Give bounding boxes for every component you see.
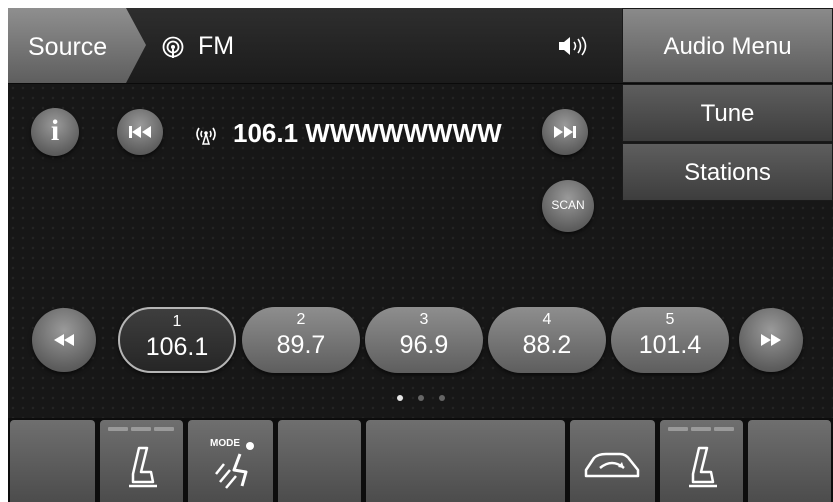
preset-number: 5 bbox=[665, 311, 675, 328]
scan-label: SCAN bbox=[551, 198, 585, 212]
antenna-icon bbox=[196, 127, 216, 145]
recirculation-icon bbox=[584, 452, 640, 478]
heat-level-indicator bbox=[131, 427, 151, 431]
climate-button-blank-center[interactable] bbox=[366, 420, 565, 502]
preset-number: 4 bbox=[542, 311, 552, 328]
preset-frequency: 89.7 bbox=[276, 331, 326, 359]
radio-signal-icon bbox=[162, 36, 184, 58]
preset-frequency: 106.1 bbox=[145, 333, 209, 361]
skip-back-icon bbox=[129, 126, 151, 138]
rewind-icon bbox=[54, 334, 74, 346]
preset-button-4[interactable]: 4 88.2 bbox=[488, 307, 606, 373]
heat-level-indicator bbox=[154, 427, 174, 431]
page-indicator-dot bbox=[418, 395, 424, 401]
airflow-mode-icon bbox=[215, 442, 254, 489]
tune-button[interactable]: Tune bbox=[622, 84, 833, 142]
audio-menu-button[interactable]: Audio Menu bbox=[622, 8, 833, 83]
preset-frequency: 88.2 bbox=[522, 331, 572, 359]
seat-heater-icon bbox=[689, 446, 717, 488]
preset-frequency: 96.9 bbox=[399, 331, 449, 359]
airflow-mode-button[interactable]: MODE bbox=[188, 420, 273, 502]
source-label: Source bbox=[28, 33, 108, 61]
recirculation-button[interactable] bbox=[570, 420, 655, 502]
previous-station-button[interactable] bbox=[117, 109, 163, 155]
preset-number: 1 bbox=[172, 313, 182, 330]
speaker-volume-icon bbox=[559, 36, 587, 56]
fast-forward-icon bbox=[761, 334, 781, 346]
driver-seat-heater-button[interactable] bbox=[100, 420, 183, 502]
next-station-button[interactable] bbox=[542, 109, 588, 155]
preset-number: 3 bbox=[419, 311, 429, 328]
seat-heater-icon bbox=[129, 446, 157, 488]
preset-button-5[interactable]: 5 101.4 bbox=[611, 307, 729, 373]
climate-button-blank-right[interactable] bbox=[748, 420, 831, 502]
station-name: 106.1 WWWWWWWW bbox=[233, 118, 502, 148]
page-indicator-dot bbox=[439, 395, 445, 401]
page-indicator-dot bbox=[397, 395, 403, 401]
info-button[interactable]: i bbox=[31, 108, 79, 156]
seek-forward-button[interactable] bbox=[739, 308, 803, 372]
stations-button[interactable]: Stations bbox=[622, 143, 833, 201]
heat-level-indicator bbox=[108, 427, 128, 431]
heat-level-indicator bbox=[668, 427, 688, 431]
source-button[interactable]: Source bbox=[8, 8, 146, 83]
band-label: FM bbox=[198, 32, 235, 60]
preset-button-3[interactable]: 3 96.9 bbox=[365, 307, 483, 373]
climate-button-blank-left[interactable] bbox=[10, 420, 95, 502]
seek-back-button[interactable] bbox=[32, 308, 96, 372]
preset-button-1[interactable]: 1 106.1 bbox=[118, 307, 236, 373]
preset-number: 2 bbox=[296, 311, 306, 328]
heat-level-indicator bbox=[691, 427, 711, 431]
skip-forward-icon bbox=[554, 126, 576, 138]
info-icon: i bbox=[50, 114, 60, 147]
audio-screen: Source FM Audio Menu Tune Stations i 106… bbox=[8, 8, 833, 502]
heat-level-indicator bbox=[714, 427, 734, 431]
climate-button-blank-center-left[interactable] bbox=[278, 420, 361, 502]
scan-button[interactable]: SCAN bbox=[542, 180, 594, 232]
preset-button-2[interactable]: 2 89.7 bbox=[242, 307, 360, 373]
passenger-seat-heater-button[interactable] bbox=[660, 420, 743, 502]
preset-frequency: 101.4 bbox=[638, 331, 702, 359]
